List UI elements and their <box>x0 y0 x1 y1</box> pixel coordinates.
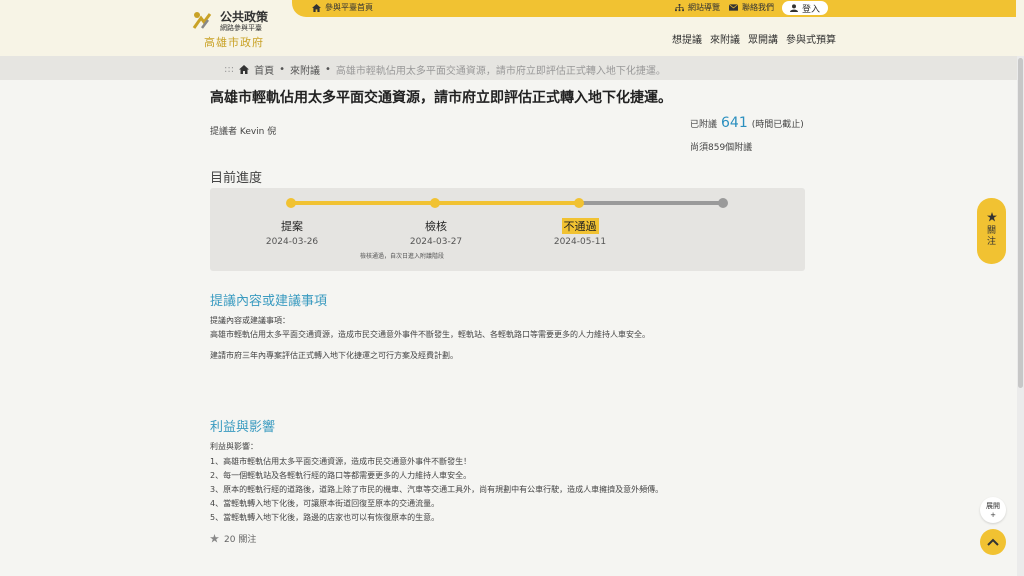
benefits-heading: 利益與影響 <box>210 420 276 435</box>
stage-date: 2024-03-26 <box>265 237 319 247</box>
seconded-status: (時間已截止) <box>751 120 804 130</box>
follow-count[interactable]: 20 關注 <box>210 532 256 545</box>
main-nav: 想提議 來附議 眾開講 參與式預算 <box>672 31 836 46</box>
stage-rejected: 不通過 2024-05-11 <box>535 215 625 247</box>
seconded-number: 641 <box>721 115 748 131</box>
platform-home-label: 參與平臺首頁 <box>325 3 373 12</box>
page-title: 高雄市輕軌佔用太多平面交通資源，請市府立即評估正式轉入地下化捷運。 <box>210 90 672 106</box>
breadcrumb-current: 高雄市輕軌佔用太多平面交通資源，請市府立即評估正式轉入地下化捷運。 <box>335 66 666 77</box>
site-logo[interactable]: 公共政策 網路參與平臺 高雄市政府 <box>192 8 282 49</box>
benefits-line: 4、當輕軌轉入地下化後，可讓原本街道回復至原本的交通流量。 <box>210 499 440 508</box>
user-icon <box>789 4 798 12</box>
follow-side-label: 關注 <box>986 226 996 247</box>
breadcrumb-separator: • <box>325 64 331 75</box>
logo-mark-icon <box>192 12 212 29</box>
mail-icon <box>729 4 738 11</box>
contact-link[interactable]: 聯絡我們 <box>729 2 774 13</box>
breadcrumb-bar: ::: 首頁 • 來附議 • 高雄市輕軌佔用太多平面交通資源，請市府立即評估正式… <box>0 56 1024 80</box>
content-line: 建請市府三年內專案評估正式轉入地下化捷運之可行方案及經費計劃。 <box>210 351 458 360</box>
expand-label: 展開 <box>986 502 1000 510</box>
logo-government: 高雄市政府 <box>204 36 264 49</box>
star-icon <box>210 534 219 543</box>
stage-review: 檢核 2024-03-27 <box>391 215 481 247</box>
breadcrumb-home[interactable]: 首頁 <box>254 62 274 77</box>
login-label: 登入 <box>801 4 820 15</box>
stage-dot <box>430 198 440 208</box>
stage-dot <box>286 198 296 208</box>
logo-subtitle: 網路參與平臺 <box>220 24 262 32</box>
plus-icon: + <box>990 511 996 519</box>
seconded-prefix: 已附議 <box>690 120 718 130</box>
benefits-line: 利益與影響： <box>210 442 258 451</box>
chevron-up-icon <box>987 538 999 546</box>
benefits-line: 3、原本的輕軌行經的道路後，道路上除了市民的機車、汽車等交通工具外，尚有規劃中有… <box>210 485 664 494</box>
content-line: 高雄市輕軌佔用太多平面交通資源，造成市民交通意外事件不斷發生，輕軌站、各輕軌路口… <box>210 330 650 339</box>
progress-heading: 目前進度 <box>210 171 263 186</box>
home-icon <box>312 3 321 12</box>
contact-label: 聯絡我們 <box>742 3 774 12</box>
benefits-line: 2、每一個輕軌站及各輕軌行經的路口等都需要更多的人力維持人車安全。 <box>210 471 472 480</box>
progress-track-remaining <box>580 201 722 205</box>
sitemap-label: 網站導覽 <box>688 3 720 12</box>
benefits-line: 5、當輕軌轉入地下化後，路邊的店家也可以有恢復原本的生意。 <box>210 513 440 522</box>
breadcrumb-section[interactable]: 來附議 <box>290 62 320 77</box>
remaining-count: 尚須859個附議 <box>690 143 753 153</box>
proposer: 提議者 Kevin 倪 <box>210 127 277 137</box>
stage-label: 檢核 <box>425 220 447 233</box>
seconded-count: 已附議 641 (時間已截止) <box>690 115 804 131</box>
platform-home-link[interactable]: 參與平臺首頁 <box>312 2 373 13</box>
content-line: 提議內容或建議事項： <box>210 316 290 325</box>
accesskey-marker[interactable]: ::: <box>224 64 234 75</box>
stage-note: 檢核通過，自次日進入附議階段 <box>360 253 445 260</box>
stage-proposal: 提案 2024-03-26 <box>247 215 337 247</box>
top-header: 參與平臺首頁 網站導覽 聯絡我們 登入 公共政策 網路參與平臺 高雄市政府 想提… <box>0 0 1024 56</box>
scrollbar-thumb[interactable] <box>1018 58 1023 388</box>
breadcrumb: ::: 首頁 • 來附議 • 高雄市輕軌佔用太多平面交通資源，請市府立即評估正式… <box>224 62 666 77</box>
follow-count-label: 20 關注 <box>224 535 257 545</box>
stage-date: 2024-03-27 <box>409 237 463 247</box>
login-button[interactable]: 登入 <box>782 1 828 15</box>
utility-bar: 參與平臺首頁 網站導覽 聯絡我們 登入 <box>292 0 1016 17</box>
scroll-top-button[interactable] <box>980 529 1006 555</box>
stage-dot <box>574 198 584 208</box>
breadcrumb-separator: • <box>279 64 286 75</box>
benefits-line: 1、高雄市輕軌佔用太多平面交通資源，造成市民交通意外事件不斷發生！ <box>210 457 472 466</box>
star-icon <box>986 212 997 222</box>
stage-date: 2024-05-11 <box>553 237 607 247</box>
content-heading: 提議內容或建議事項 <box>210 294 328 309</box>
nav-forum[interactable]: 眾開講 <box>748 31 778 46</box>
nav-second[interactable]: 來附議 <box>710 31 740 46</box>
sitemap-icon <box>675 3 684 11</box>
follow-side-button[interactable]: 關注 <box>977 198 1006 264</box>
expand-button[interactable]: 展開 + <box>980 497 1006 523</box>
nav-budget[interactable]: 參與式預算 <box>786 31 836 46</box>
stage-label: 不通過 <box>561 218 599 234</box>
sitemap-link[interactable]: 網站導覽 <box>675 2 720 13</box>
home-icon <box>239 65 250 74</box>
stage-dot-final <box>718 198 728 208</box>
progress-panel: 提案 2024-03-26 檢核 2024-03-27 不通過 2024-05-… <box>210 188 805 271</box>
nav-propose[interactable]: 想提議 <box>672 31 702 46</box>
stage-label: 提案 <box>281 220 303 233</box>
